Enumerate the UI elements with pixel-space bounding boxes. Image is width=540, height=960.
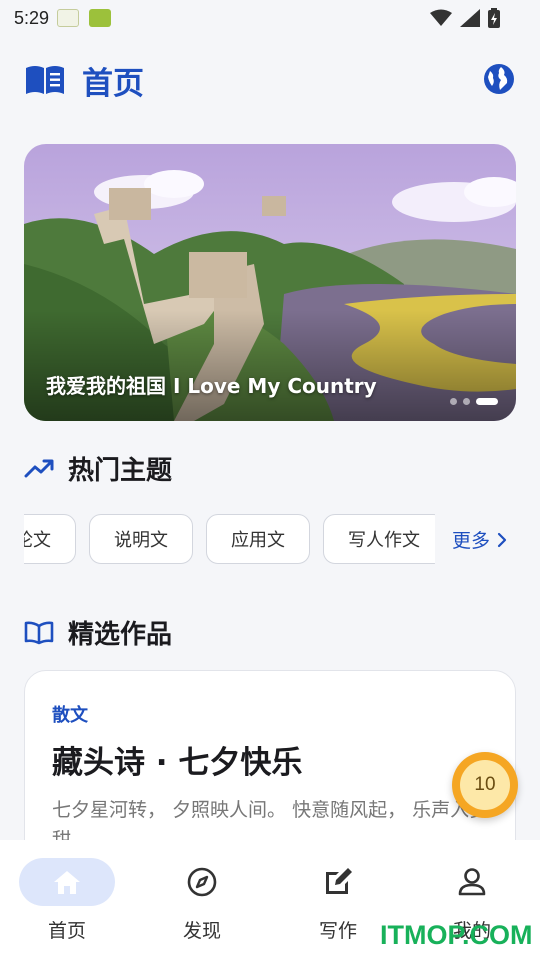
compass-icon — [187, 867, 217, 897]
more-label: 更多 — [452, 530, 491, 552]
book-icon — [26, 66, 64, 94]
section-title: 精选作品 — [68, 620, 173, 650]
status-icons — [430, 8, 500, 28]
status-bar: 5:29 — [0, 0, 540, 36]
coin-count: 10 — [474, 774, 496, 795]
section-title: 热门主题 — [68, 456, 173, 486]
nav-item-discover[interactable]: 发现 — [152, 858, 252, 948]
featured-header: 精选作品 — [24, 614, 172, 651]
nav-item-home[interactable]: 首页 — [17, 858, 117, 948]
page-title: 首页 — [82, 65, 144, 102]
nav-label: 首页 — [47, 920, 86, 942]
trending-up-icon — [24, 459, 54, 477]
notification-app-icon — [89, 9, 112, 27]
carousel-dot[interactable] — [463, 398, 470, 405]
carousel-indicator — [450, 398, 498, 405]
nav-item-write[interactable]: 写作 — [288, 858, 388, 948]
battery-icon — [488, 8, 500, 28]
open-book-icon — [24, 621, 54, 644]
genre-tag: 散文 — [52, 705, 88, 726]
work-title: 藏头诗 · 七夕快乐 — [52, 745, 303, 781]
more-topics-link[interactable]: 更多 — [452, 526, 510, 553]
carousel-dot[interactable] — [450, 398, 457, 405]
coin-badge[interactable]: 10 — [452, 752, 518, 818]
status-time: 5:29 — [14, 7, 50, 28]
banner-carousel[interactable]: 我爱我的祖国 I Love My Country — [24, 144, 516, 421]
banner-caption: 我爱我的祖国 I Love My Country — [46, 374, 377, 398]
edit-icon — [326, 868, 352, 894]
topic-chip[interactable]: 应用文 — [206, 514, 310, 564]
home-icon — [54, 871, 80, 894]
topic-chip[interactable]: 论文 — [24, 514, 76, 564]
topic-chip[interactable]: 写人作文 — [323, 514, 435, 564]
globe-icon[interactable] — [482, 62, 516, 96]
watermark: ITMOP.COM — [380, 920, 533, 950]
person-icon — [458, 868, 486, 896]
nav-label: 写作 — [318, 920, 357, 942]
chevron-right-icon — [497, 532, 507, 547]
wifi-icon — [430, 9, 452, 26]
notification-app-icon — [57, 9, 80, 27]
header: 首页 — [24, 58, 516, 102]
hot-topics-header: 热门主题 — [24, 450, 172, 487]
topic-chip[interactable]: 说明文 — [89, 514, 193, 564]
nav-label: 发现 — [182, 920, 221, 942]
topic-chips-scroller[interactable]: 论文 说明文 应用文 写人作文 — [24, 514, 435, 566]
signal-icon — [460, 9, 480, 27]
carousel-dot-active[interactable] — [476, 398, 498, 405]
